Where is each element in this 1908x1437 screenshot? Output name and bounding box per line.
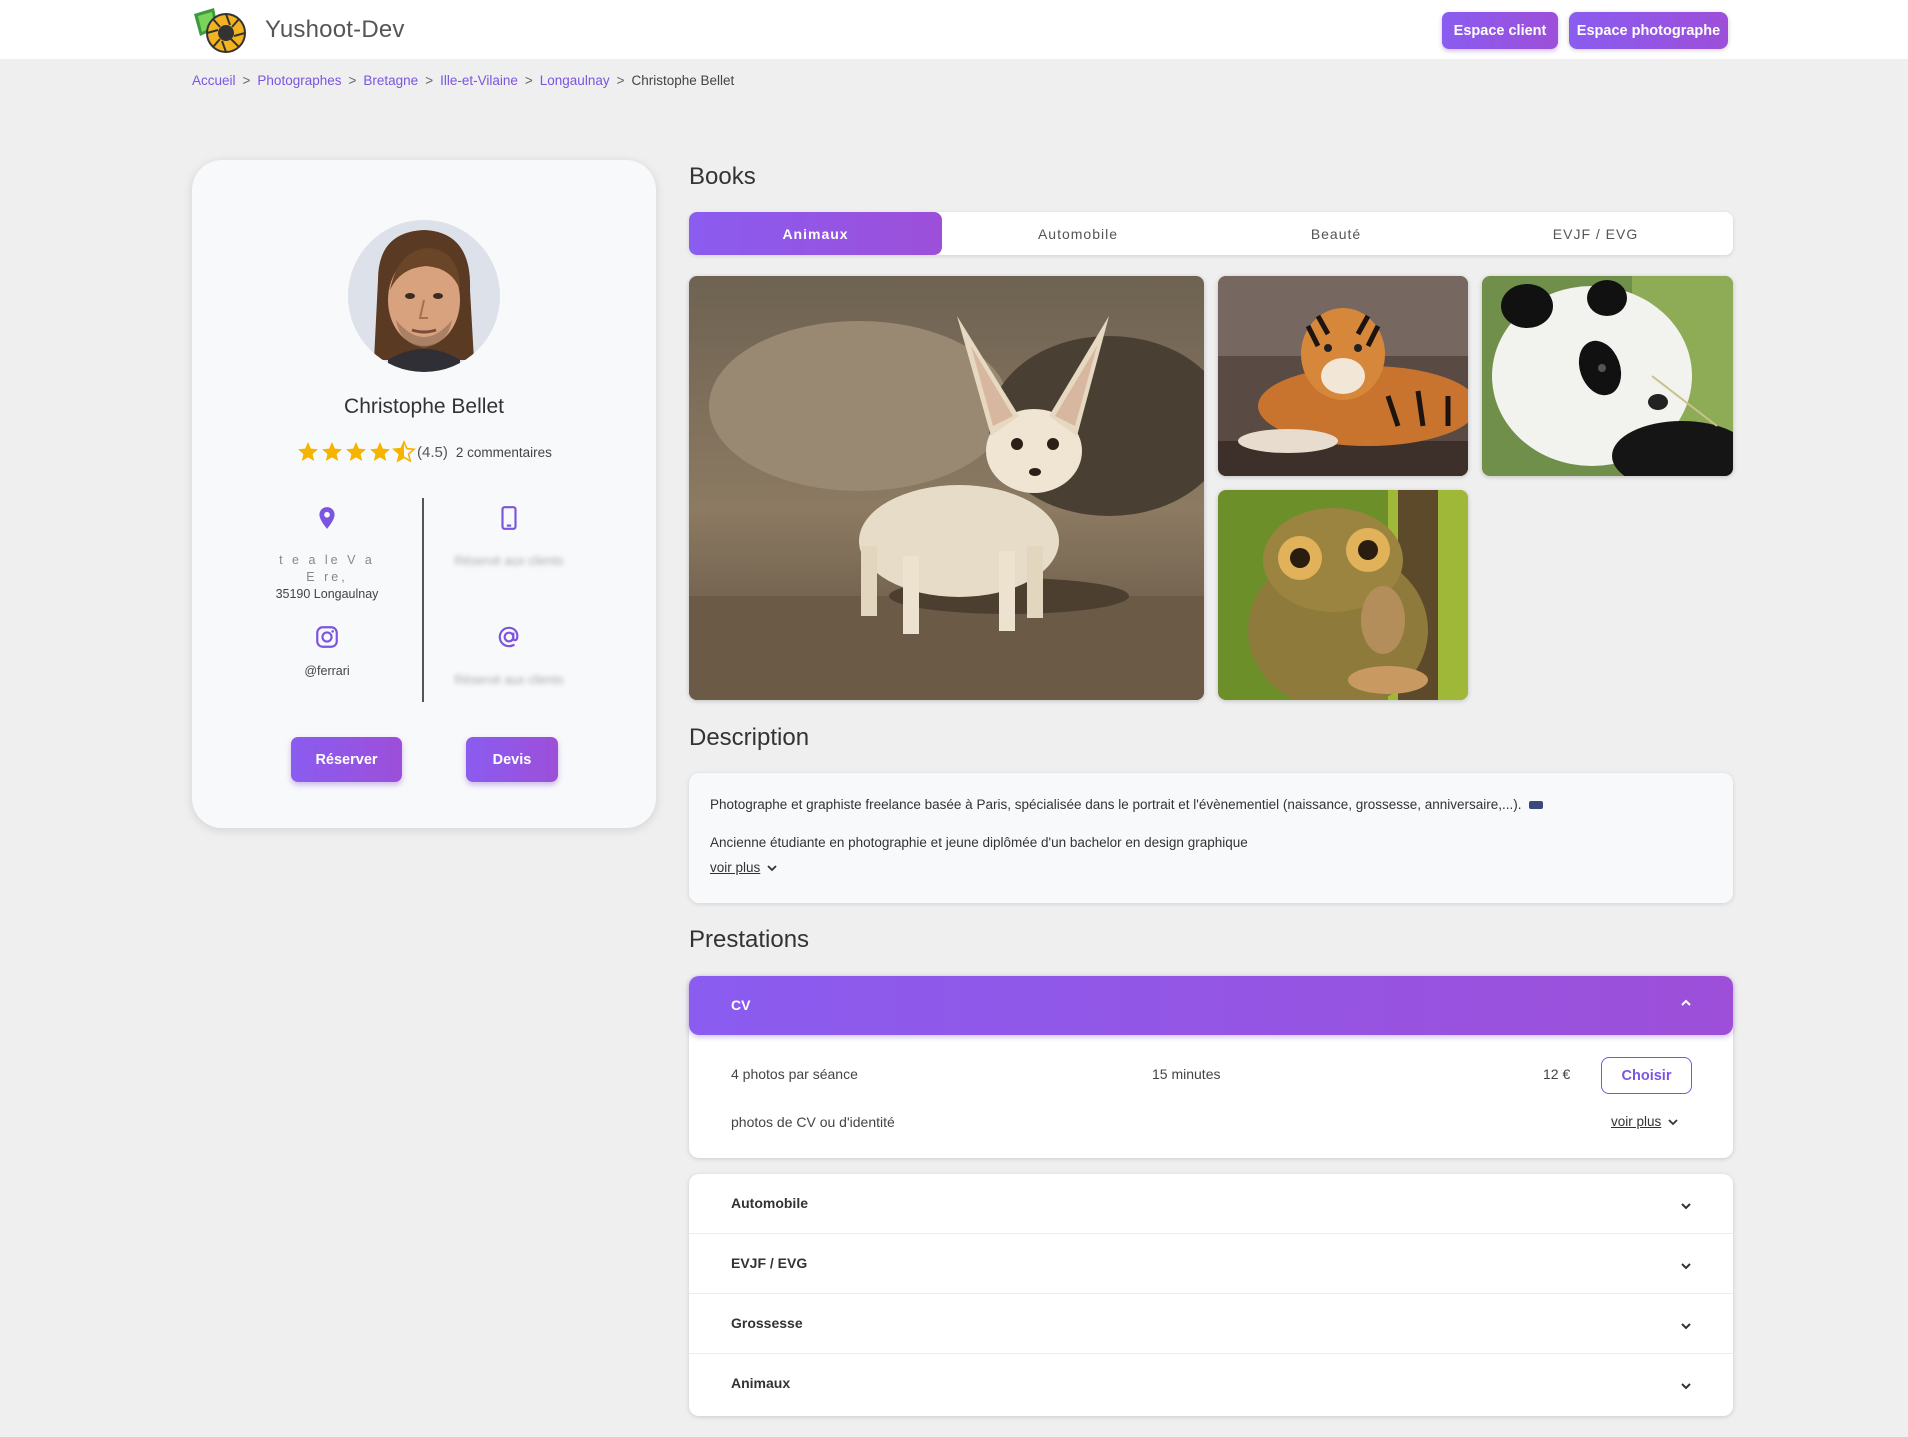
description-line2: Ancienne étudiante en photographie et je…	[710, 835, 1248, 850]
top-header: Yushoot-Dev Espace client Espace photogr…	[0, 0, 1908, 59]
choose-button[interactable]: Choisir	[1601, 1057, 1692, 1094]
breadcrumb-city[interactable]: Longaulnay	[540, 73, 610, 88]
email-hidden: Réservé aux clients	[454, 673, 564, 687]
prestation-label: Automobile	[731, 1195, 808, 1211]
photo-fennec-fox[interactable]	[689, 276, 1204, 700]
at-sign-icon	[498, 626, 519, 648]
photo-tarsier[interactable]	[1218, 490, 1468, 700]
tab-beaute[interactable]: Beauté	[1214, 212, 1458, 255]
avatar	[348, 220, 500, 372]
books-title: Books	[689, 163, 756, 190]
brand-name[interactable]: Yushoot-Dev	[265, 16, 405, 44]
description-title: Description	[689, 724, 810, 751]
breadcrumb-separator: >	[524, 73, 533, 88]
prestation-evjf-evg[interactable]: EVJF / EVG	[689, 1234, 1733, 1294]
prestation-detail: photos de CV ou d'identité	[731, 1114, 895, 1130]
rating-value: (4.5)	[417, 443, 448, 461]
comments-count[interactable]: 2 commentaires	[456, 445, 552, 460]
breadcrumb-separator: >	[242, 73, 251, 88]
prestations-title: Prestations	[689, 926, 810, 953]
breadcrumb-separator: >	[348, 73, 357, 88]
photos-per-session: 4 photos par séance	[731, 1066, 858, 1082]
description-box: Photographe et graphiste freelance basée…	[689, 773, 1733, 903]
chevron-down-icon	[1681, 1323, 1691, 1330]
address-line1: t e a le V a	[279, 553, 375, 567]
star-full-icon	[346, 442, 366, 461]
prestation-see-more-link[interactable]: voir plus	[1611, 1114, 1680, 1129]
location-pin-icon	[319, 507, 335, 529]
breadcrumb-separator: >	[616, 73, 625, 88]
star-full-icon	[370, 442, 390, 461]
rating[interactable]: (4.5) 2 commentaires	[296, 440, 552, 464]
prestation-automobile[interactable]: Automobile	[689, 1174, 1733, 1234]
instagram-icon[interactable]	[314, 624, 340, 650]
prestation-label: Animaux	[731, 1375, 791, 1391]
prestations-list: Automobile EVJF / EVG Grossesse Animaux	[689, 1174, 1733, 1416]
client-space-button[interactable]: Espace client	[1442, 12, 1558, 49]
prestation-animaux[interactable]: Animaux	[689, 1354, 1733, 1414]
photographer-space-button[interactable]: Espace photographe	[1569, 12, 1728, 49]
tab-automobile[interactable]: Automobile	[942, 212, 1214, 255]
prestation-cv-label: CV	[731, 997, 751, 1013]
description-see-more-link[interactable]: voir plus	[710, 860, 779, 875]
description-line1: Photographe et graphiste freelance basée…	[710, 797, 1544, 812]
chevron-up-icon	[1681, 999, 1691, 1006]
camera-emoji-icon	[1529, 801, 1544, 810]
info-divider	[422, 498, 424, 702]
see-more-label: voir plus	[710, 860, 761, 875]
address-city: 35190 Longaulnay	[275, 587, 379, 601]
photo-tiger[interactable]	[1218, 276, 1468, 476]
session-duration: 15 minutes	[1152, 1066, 1221, 1082]
breadcrumb-separator: >	[425, 73, 434, 88]
prestation-cv-panel: CV 4 photos par séance 15 minutes 12 € C…	[689, 976, 1733, 1158]
photographer-name: Christophe Bellet	[344, 395, 504, 418]
chevron-down-icon	[1681, 1383, 1691, 1390]
chevron-down-icon	[1681, 1203, 1691, 1210]
smartphone-icon	[501, 506, 517, 530]
reserve-button[interactable]: Réserver	[291, 737, 402, 782]
prestation-cv-header[interactable]: CV	[689, 976, 1733, 1035]
profile-card: Christophe Bellet (4.5) 2 commentaires t…	[192, 160, 656, 828]
photo-panda[interactable]	[1482, 276, 1733, 476]
phone-hidden: Réservé aux clients	[454, 554, 564, 568]
chevron-down-icon	[1681, 1263, 1691, 1270]
chevron-down-icon	[767, 864, 777, 871]
prestation-grossesse[interactable]: Grossesse	[689, 1294, 1733, 1354]
breadcrumb-home[interactable]: Accueil	[192, 73, 236, 88]
session-price: 12 €	[1543, 1066, 1571, 1082]
prestation-label: EVJF / EVG	[731, 1255, 808, 1271]
breadcrumb: Accueil > Photographes > Bretagne > Ille…	[192, 73, 734, 88]
breadcrumb-department[interactable]: Ille-et-Vilaine	[440, 73, 518, 88]
camera-shutter-logo-icon[interactable]	[192, 6, 248, 54]
tab-evjf-evg[interactable]: EVJF / EVG	[1458, 212, 1733, 255]
prestation-label: Grossesse	[731, 1315, 803, 1331]
breadcrumb-region[interactable]: Bretagne	[363, 73, 418, 88]
breadcrumb-current: Christophe Bellet	[631, 73, 735, 88]
tab-animaux[interactable]: Animaux	[689, 212, 942, 255]
see-more-label: voir plus	[1611, 1114, 1662, 1129]
star-full-icon	[298, 442, 318, 461]
breadcrumb-photographers[interactable]: Photographes	[257, 73, 341, 88]
books-tabs: Animaux Automobile Beauté EVJF / EVG	[689, 212, 1733, 255]
chevron-down-icon	[1668, 1118, 1678, 1125]
star-half-icon	[392, 440, 416, 463]
instagram-handle[interactable]: @ferrari	[232, 663, 422, 680]
star-full-icon	[322, 442, 342, 461]
address-line2: E re,	[306, 570, 348, 584]
quote-button[interactable]: Devis	[466, 737, 558, 782]
